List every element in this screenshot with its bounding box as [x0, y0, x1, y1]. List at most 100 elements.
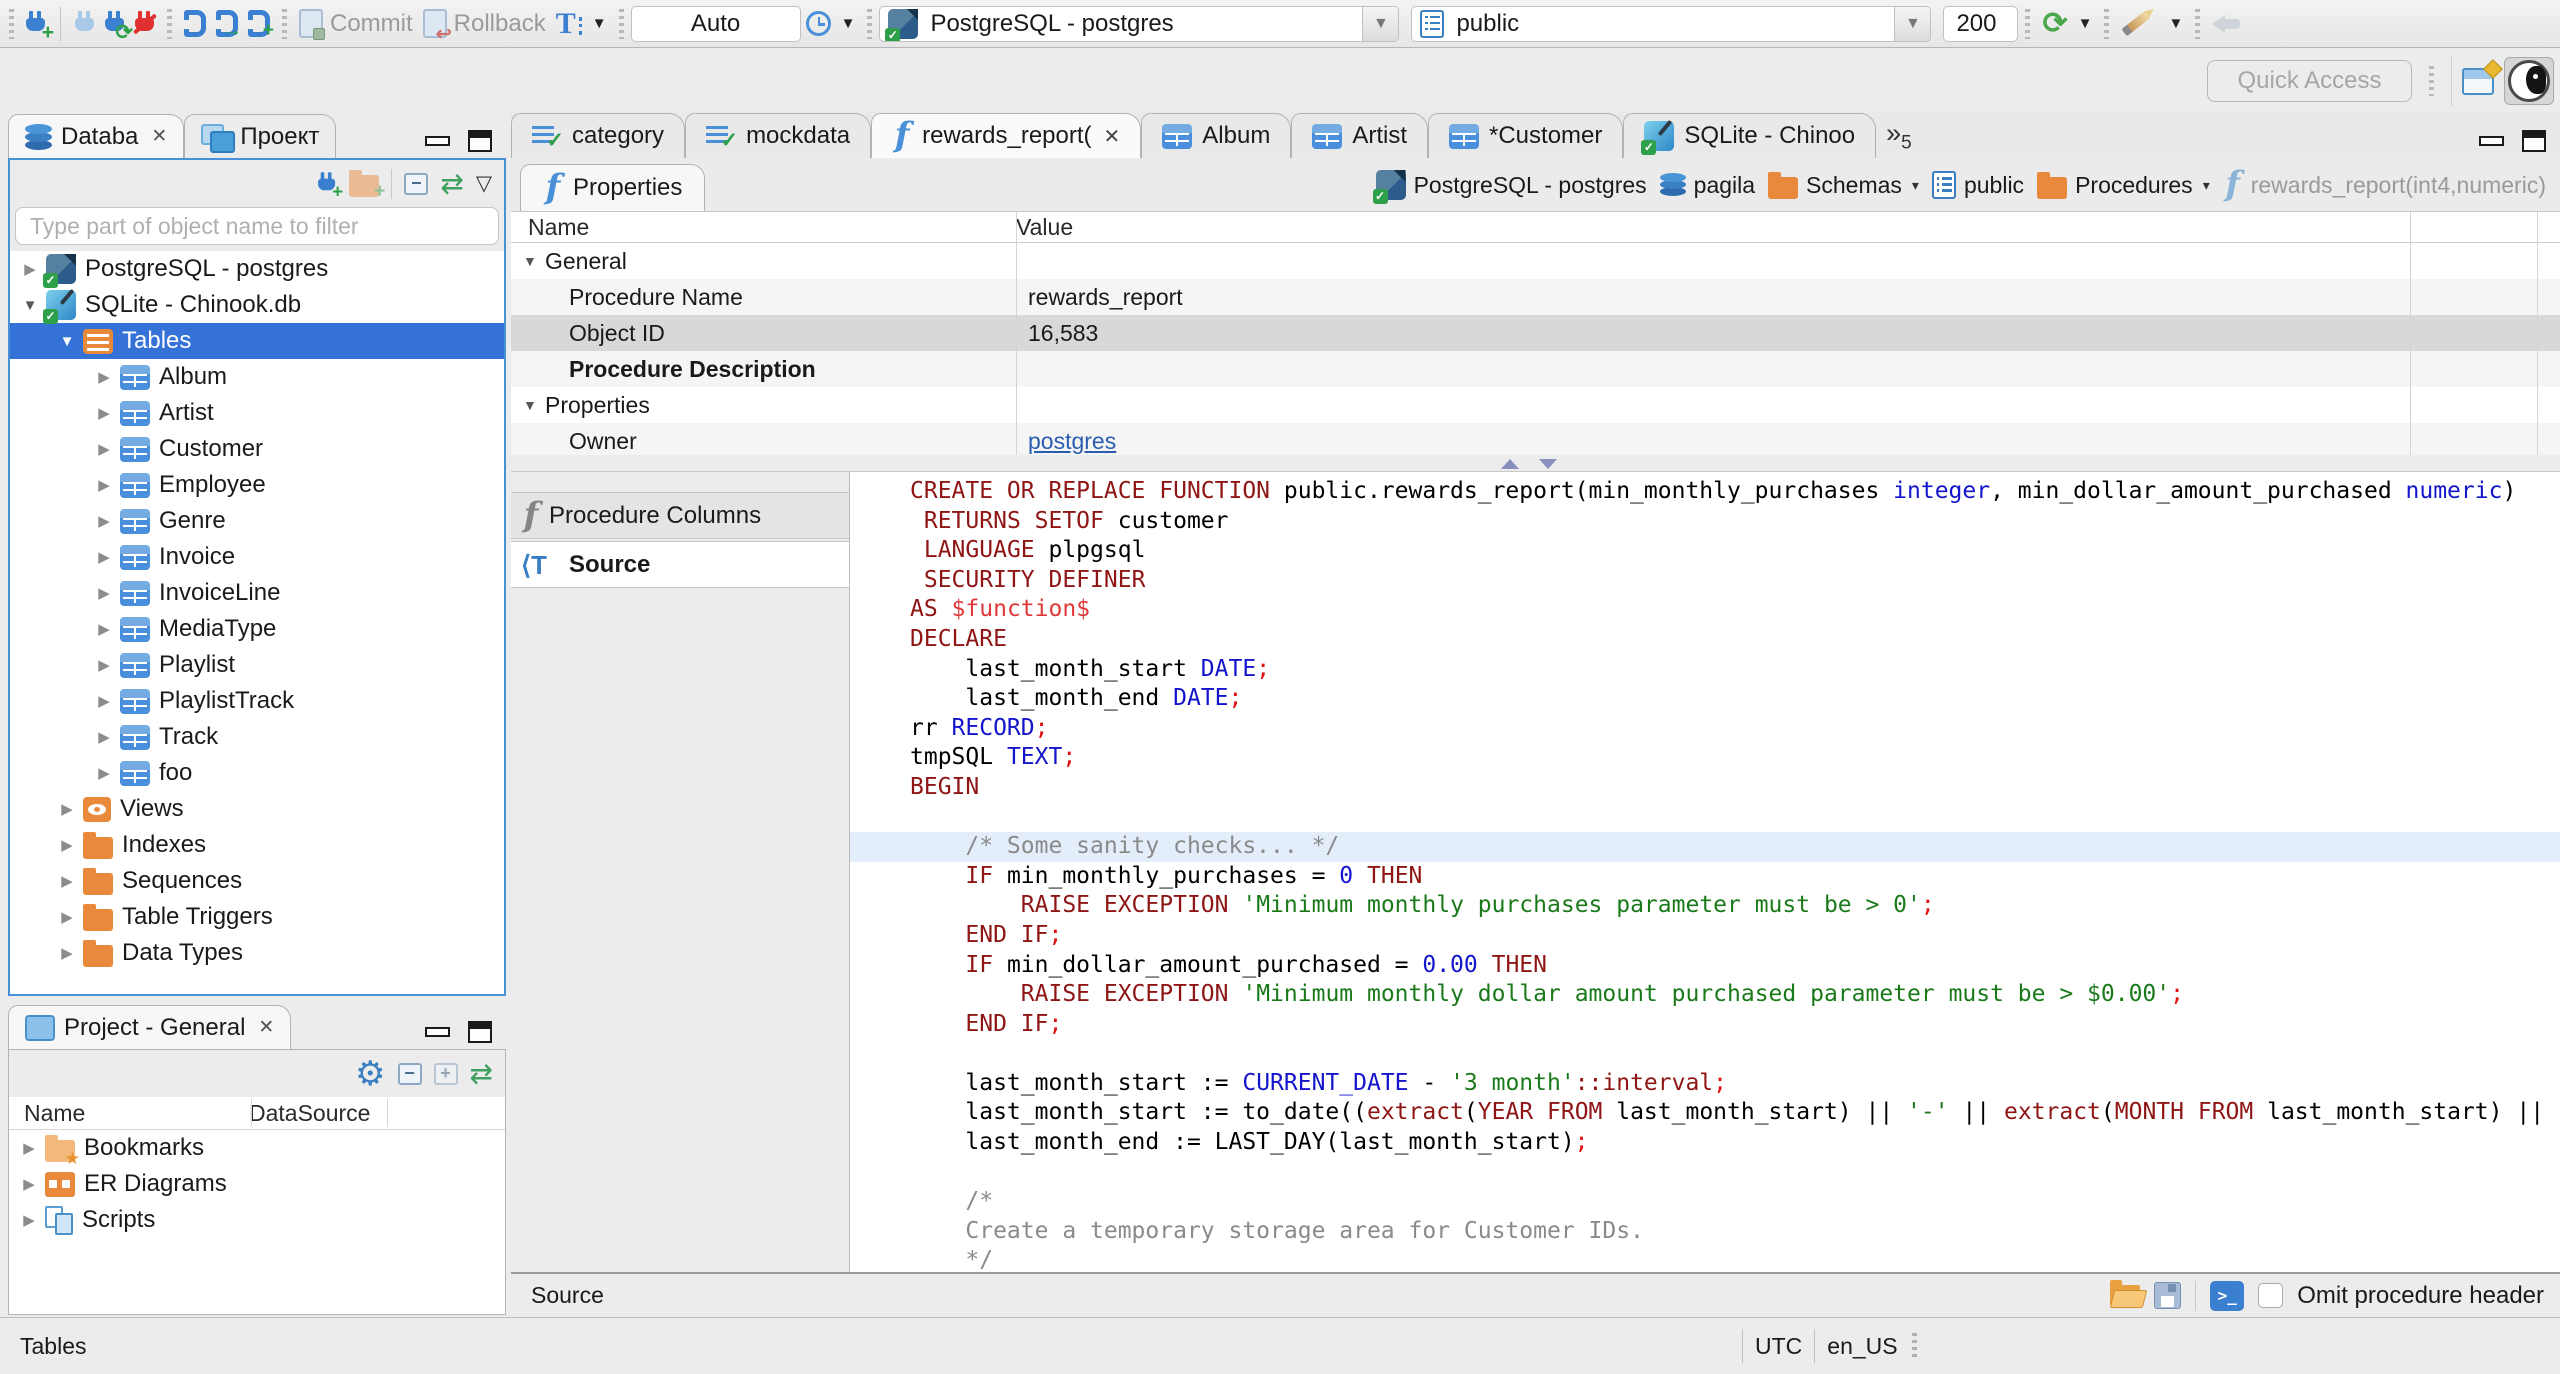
back-button[interactable] — [2212, 14, 2242, 33]
expand-arrow-icon[interactable]: ▶ — [57, 800, 77, 818]
property-value-link[interactable]: postgres — [1016, 428, 1116, 455]
expand-arrow-icon[interactable]: ▶ — [94, 584, 114, 602]
editor-tab-Album[interactable]: Album — [1141, 113, 1292, 158]
load-from-file-icon[interactable] — [2110, 1280, 2141, 1306]
property-row-Object ID[interactable]: Object ID 16,583 — [511, 315, 2560, 351]
editor-page-Source[interactable]: ⟨T Source — [511, 541, 849, 588]
tree-item-Employee[interactable]: ▶ Employee — [10, 467, 504, 503]
minimize-icon[interactable] — [2479, 136, 2504, 146]
schema-combo-arrow[interactable]: ▼ — [1894, 6, 1931, 41]
group-expand-icon[interactable]: ▼ — [523, 253, 545, 269]
tree-item-Customer[interactable]: ▶ Customer — [10, 431, 504, 467]
status-locale[interactable]: en_US — [1827, 1333, 1897, 1360]
reconnect-button[interactable]: ⟳ — [105, 10, 133, 43]
dbeaver-perspective-button[interactable] — [2504, 57, 2554, 105]
splitter-down-icon[interactable] — [1539, 459, 1557, 469]
chevron-down-icon[interactable]: ▾ — [1912, 177, 1919, 194]
tree-item-Bookmarks[interactable]: ▶ Bookmarks — [9, 1130, 505, 1169]
rollback-button[interactable]: ↩ Rollback — [422, 9, 546, 45]
tree-item-Genre[interactable]: ▶ Genre — [10, 503, 504, 539]
connect-button[interactable] — [75, 10, 95, 37]
tree-item-Track[interactable]: ▶ Track — [10, 719, 504, 755]
object-filter-input[interactable] — [15, 207, 499, 245]
close-icon[interactable]: ✕ — [258, 1016, 274, 1039]
editor-tab-category[interactable]: category — [511, 113, 686, 158]
expand-arrow-icon[interactable]: ▶ — [57, 836, 77, 854]
expand-arrow-icon[interactable]: ▶ — [94, 476, 114, 494]
tree-item-MediaType[interactable]: ▶ MediaType — [10, 611, 504, 647]
omit-procedure-header-checkbox[interactable] — [2258, 1283, 2284, 1308]
refresh-button[interactable]: ⟳ ▼ — [2042, 8, 2092, 38]
open-perspective-icon[interactable] — [2462, 67, 2494, 95]
disconnect-button[interactable] — [132, 10, 158, 37]
column-value[interactable]: Value — [1016, 214, 1073, 241]
property-row-Owner[interactable]: Owner postgres — [511, 423, 2560, 455]
breadcrumb-item-PostgreSQL - postgres[interactable]: PostgreSQL - postgres — [1372, 170, 1647, 204]
minimize-icon[interactable] — [425, 136, 450, 146]
bottom-tab-source[interactable]: Source — [511, 1282, 604, 1309]
new-sql-editor-button[interactable]: + — [246, 10, 274, 40]
link-with-editor-icon[interactable]: ⇄ — [470, 1059, 493, 1087]
maximize-icon[interactable] — [468, 1021, 492, 1043]
expand-arrow-icon[interactable]: ▶ — [57, 872, 77, 890]
tree-item-Invoice[interactable]: ▶ Invoice — [10, 539, 504, 575]
commit-mode-combo[interactable]: Auto — [630, 5, 801, 42]
tab-project-general[interactable]: Project - General ✕ — [8, 1005, 292, 1049]
tree-item-ER Diagrams[interactable]: ▶ ER Diagrams — [9, 1166, 505, 1202]
connection-combo[interactable]: PostgreSQL - postgres ▼ — [879, 5, 1400, 42]
breadcrumb-item-public[interactable]: public — [1931, 171, 2024, 199]
sql-editor-button[interactable] — [182, 10, 206, 37]
collapse-arrow-icon[interactable]: ▼ — [20, 297, 40, 314]
tree-item-Indexes[interactable]: ▶ Indexes — [10, 827, 504, 863]
expand-arrow-icon[interactable]: ▶ — [94, 440, 114, 458]
expand-arrow-icon[interactable]: ▶ — [94, 620, 114, 638]
expand-arrow-icon[interactable]: ▶ — [94, 692, 114, 710]
maximize-icon[interactable] — [2522, 130, 2546, 152]
save-to-file-icon[interactable] — [2154, 1282, 2182, 1309]
expand-all-icon[interactable]: + — [433, 1062, 458, 1085]
expand-arrow-icon[interactable]: ▶ — [94, 764, 114, 782]
breadcrumb-item-Procedures[interactable]: Procedures ▾ — [2037, 171, 2210, 199]
tree-item-Sequences[interactable]: ▶ Sequences — [10, 863, 504, 899]
chevron-down-icon[interactable]: ▾ — [2203, 177, 2210, 194]
transaction-mode-button[interactable]: T ▼ — [556, 8, 607, 38]
tab-overflow-indicator[interactable]: »5 — [1876, 118, 1922, 158]
breadcrumb-item-Schemas[interactable]: Schemas ▾ — [1768, 171, 1919, 199]
open-console-icon[interactable]: >_ — [2210, 1280, 2245, 1311]
tree-item-Artist[interactable]: ▶ Artist — [10, 395, 504, 431]
expand-arrow-icon[interactable]: ▶ — [57, 944, 77, 962]
editor-tab-mockdata[interactable]: mockdata — [685, 113, 872, 158]
tree-item-SQLite - Chinook.db[interactable]: ▼ SQLite - Chinook.db — [10, 287, 504, 324]
expand-arrow-icon[interactable]: ▶ — [94, 368, 114, 386]
editor-tab-SQLite - Chinoo[interactable]: SQLite - Chinoo — [1623, 113, 1877, 158]
tree-item-Playlist[interactable]: ▶ Playlist — [10, 647, 504, 683]
gear-icon[interactable]: ⚙ — [355, 1057, 385, 1091]
new-connection-button[interactable]: + — [26, 10, 54, 43]
expand-arrow-icon[interactable]: ▶ — [19, 1139, 39, 1157]
tree-item-Data Types[interactable]: ▶ Data Types — [10, 935, 504, 971]
sql-source-editor[interactable]: CREATE OR REPLACE FUNCTION public.reward… — [850, 472, 2560, 1272]
close-icon[interactable]: ✕ — [1104, 124, 1121, 149]
tree-item-Views[interactable]: ▶ Views — [10, 791, 504, 827]
tab-properties[interactable]: f Properties — [520, 164, 706, 211]
collapse-all-icon[interactable]: − — [397, 1062, 422, 1085]
commit-button[interactable]: Commit — [299, 9, 413, 40]
editor-page-Procedure Columns[interactable]: f Procedure Columns — [511, 492, 849, 539]
expand-arrow-icon[interactable]: ▶ — [19, 1211, 39, 1229]
new-connection-icon[interactable]: + — [318, 171, 344, 201]
expand-arrow-icon[interactable]: ▶ — [94, 404, 114, 422]
mock-data-button[interactable]: ▼ — [2121, 10, 2183, 37]
open-sql-script-button[interactable]: → — [214, 10, 242, 40]
maximize-icon[interactable] — [468, 130, 492, 152]
collapse-arrow-icon[interactable]: ▼ — [57, 333, 77, 350]
group-expand-icon[interactable]: ▼ — [523, 397, 545, 413]
tree-item-InvoiceLine[interactable]: ▶ InvoiceLine — [10, 575, 504, 611]
splitter-up-icon[interactable] — [1501, 459, 1519, 469]
new-folder-icon[interactable] — [349, 170, 385, 203]
tree-item-foo[interactable]: ▶ foo — [10, 755, 504, 791]
editor-tab-*Customer[interactable]: *Customer — [1428, 113, 1624, 158]
view-menu-icon[interactable]: ▽ — [476, 171, 492, 196]
tab-projects[interactable]: Проект — [184, 114, 337, 158]
schema-combo[interactable]: public ▼ — [1411, 5, 1932, 42]
tab-database-navigator[interactable]: Databa ✕ — [8, 114, 185, 158]
